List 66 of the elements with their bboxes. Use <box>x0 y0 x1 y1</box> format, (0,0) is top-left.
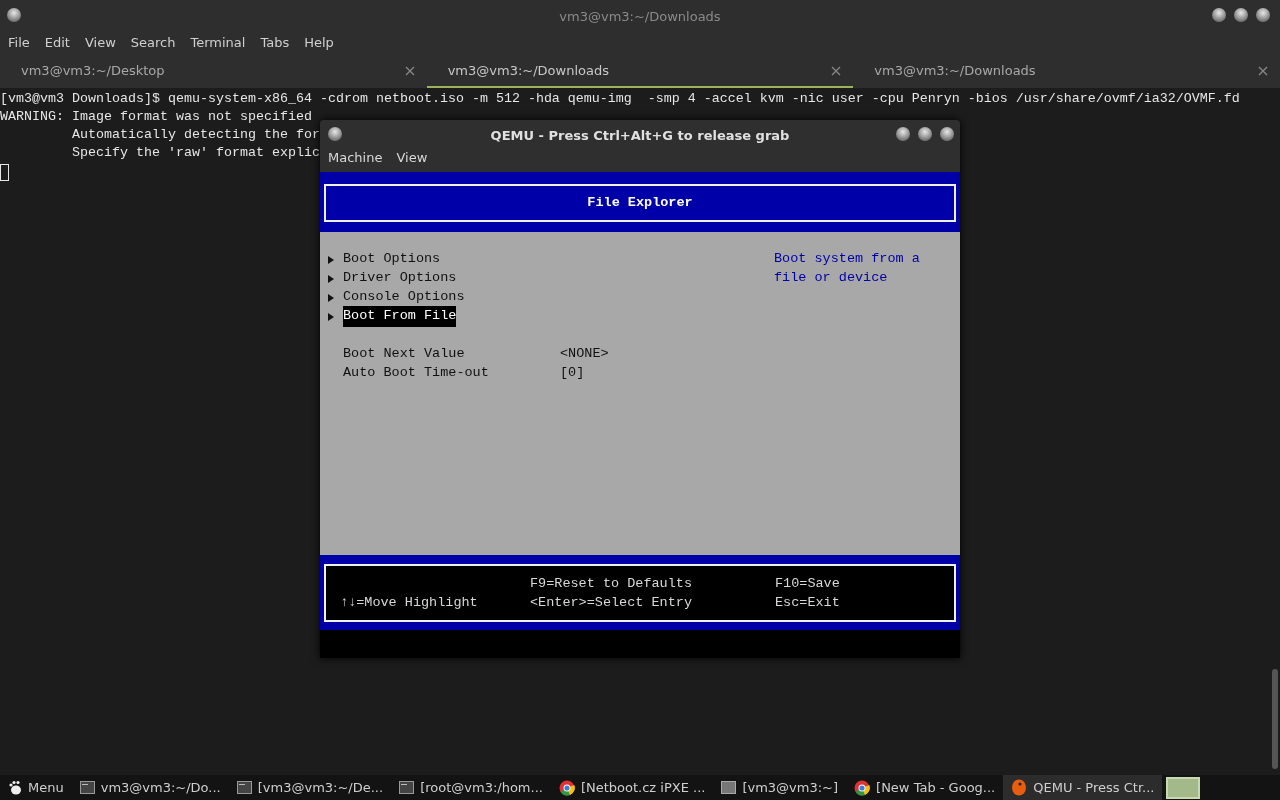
terminal-tab[interactable]: vm3@vm3:~/Downloads <box>853 56 1280 88</box>
terminal-line: Specify the 'raw' format explic <box>70 144 320 162</box>
setting-value[interactable]: [0] <box>560 363 585 384</box>
key-hint: F10=Save <box>775 575 841 593</box>
browser-icon <box>854 779 871 796</box>
maximize-button[interactable] <box>918 127 932 141</box>
key-hint: ↑↓=Move Highlight <box>340 594 479 612</box>
tab-label: vm3@vm3:~/Downloads <box>874 62 1036 81</box>
start-menu-button[interactable]: Menu <box>0 775 72 800</box>
window-button[interactable] <box>328 127 342 141</box>
menu-item[interactable]: Tabs <box>260 30 290 56</box>
terminal-line: WARNING: Image format was not specified <box>0 108 312 126</box>
terminal-line: Automatically detecting the for <box>70 126 320 144</box>
tab-label: vm3@vm3:~/Downloads <box>447 62 609 81</box>
menu-item[interactable]: View <box>396 148 428 172</box>
minimize-button[interactable] <box>1212 8 1226 22</box>
menu-item[interactable]: File <box>8 30 30 56</box>
window-title: QEMU - Press Ctrl+Alt+G to release grab <box>490 127 790 145</box>
menu-item[interactable]: Machine <box>328 148 383 172</box>
menu-item[interactable]: Edit <box>44 30 70 56</box>
setting-label: Auto Boot Time-out <box>343 364 490 383</box>
workspace-switcher[interactable] <box>1166 776 1201 799</box>
terminal-icon <box>236 781 252 794</box>
key-hint: Esc=Exit <box>775 594 841 612</box>
setting-value[interactable]: <NONE> <box>560 344 609 365</box>
menu-item[interactable]: Search <box>130 30 176 56</box>
taskbar-button[interactable]: [New Tab - Goog... <box>846 775 1004 800</box>
menu-item[interactable]: View <box>84 30 116 56</box>
help-text: Boot system from a <box>774 250 921 269</box>
close-icon[interactable] <box>1258 66 1268 76</box>
taskbar-button[interactable]: [vm3@vm3:~] <box>713 775 847 800</box>
close-icon[interactable] <box>831 66 842 76</box>
terminal-line: [vm3@vm3 Downloads]$ qemu-system-x86_64 -cdrom netboot.iso -m 512 -hda qemu-img -smp 4 -accel kvm -nic user -cpu Penryn -bios /usr/share/ovmf/ia32/OVMF.fd <box>0 90 1240 108</box>
tab-label: vm3@vm3:~/Desktop <box>21 62 165 81</box>
close-button[interactable] <box>940 127 954 141</box>
setting-label: Boot Next Value <box>343 345 466 364</box>
scrollbar[interactable] <box>1272 669 1278 769</box>
help-text: file or device <box>774 269 889 288</box>
terminal-icon <box>399 781 415 794</box>
key-hint: <Enter>=Select Entry <box>530 594 694 612</box>
bios-menu-item[interactable]: Console Options <box>343 287 465 308</box>
maximize-button[interactable] <box>1234 8 1248 22</box>
menu-item[interactable]: Help <box>304 30 334 56</box>
browser-icon <box>558 779 575 796</box>
menu-item[interactable]: Terminal <box>190 30 246 56</box>
close-icon[interactable] <box>404 66 415 76</box>
window-title: vm3@vm3:~/Downloads <box>559 8 721 26</box>
bios-menu-item[interactable]: Driver Options <box>343 268 457 289</box>
terminal-icon <box>79 781 95 794</box>
close-button[interactable] <box>1256 8 1270 22</box>
taskbar-button[interactable]: vm3@vm3:~/Do... <box>71 775 229 800</box>
text-cursor <box>0 164 9 181</box>
bird-icon <box>1011 779 1028 796</box>
bios-menu-item[interactable]: Boot Options <box>343 249 441 270</box>
terminal-tab[interactable]: vm3@vm3:~/Desktop <box>0 56 427 88</box>
foot-icon <box>8 780 22 795</box>
bios-header: File Explorer <box>324 184 956 222</box>
bios-menu-item[interactable]: Boot From File <box>343 306 457 327</box>
taskbar-button[interactable]: [Netboot.cz iPXE ... <box>550 775 714 800</box>
window-button[interactable] <box>7 8 21 22</box>
taskbar-button[interactable]: [root@vm3:/hom... <box>391 775 551 800</box>
key-hint: F9=Reset to Defaults <box>530 575 694 593</box>
minimize-button[interactable] <box>896 127 910 141</box>
taskbar-button[interactable]: [vm3@vm3:~/De... <box>228 775 392 800</box>
window-icon <box>721 781 737 794</box>
taskbar-button[interactable]: QEMU - Press Ctr... <box>1003 775 1163 800</box>
